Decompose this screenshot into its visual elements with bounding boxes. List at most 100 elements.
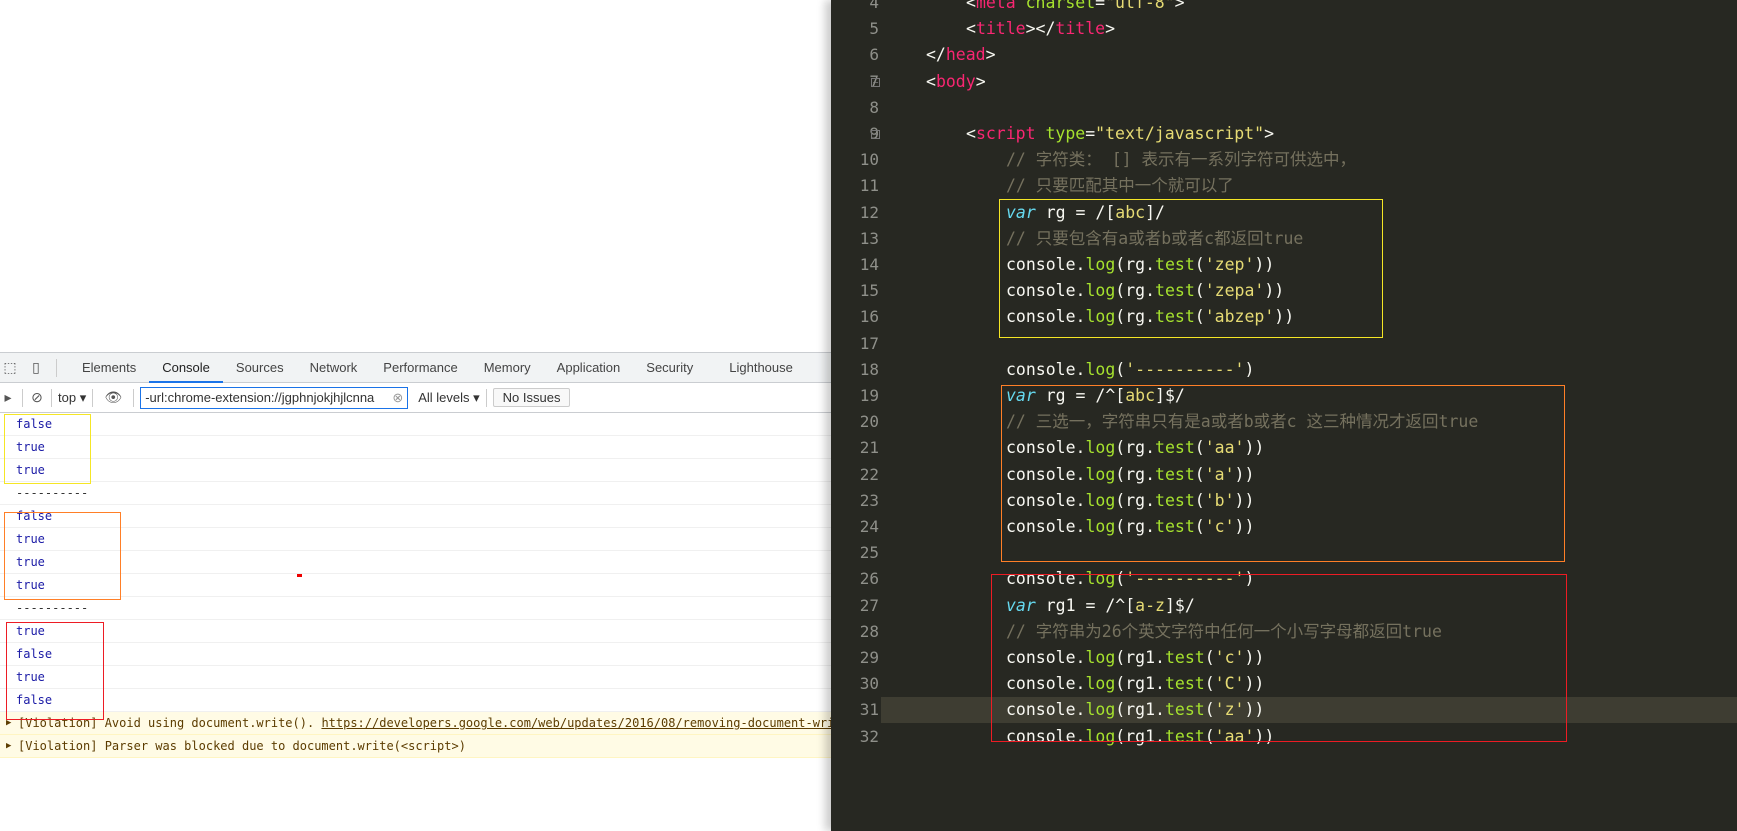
code-token: // 只要匹配其中一个就可以了	[1006, 176, 1234, 196]
clear-console-icon[interactable]: ⊘	[29, 389, 45, 406]
line-number: 14	[859, 255, 879, 274]
code-token: title	[1055, 19, 1106, 39]
line-number: 29	[859, 648, 879, 667]
filter-input[interactable]: -url:chrome-extension://jgphnjokjhjlcnna…	[140, 386, 409, 409]
divider	[485, 388, 487, 407]
browser-page: ⬚ ▯ Elements Console Sources Network Perform…	[0, 0, 831, 831]
code-token: >	[1105, 19, 1116, 39]
line-number: 21	[859, 438, 879, 458]
line-number: 10	[859, 150, 879, 170]
divider	[22, 388, 23, 407]
line-number: 18	[859, 359, 879, 379]
line-number: 8	[869, 97, 879, 117]
divider	[133, 388, 135, 407]
code-line: <body>	[926, 69, 986, 95]
divider	[92, 388, 94, 407]
tab-application[interactable]: Application	[544, 353, 634, 383]
context-selector[interactable]: top ▾	[58, 390, 86, 406]
line-number: 23	[859, 490, 879, 510]
line-number: 31	[859, 700, 879, 720]
highlight-box-yellow	[999, 199, 1383, 338]
highlight-box-orange	[4, 512, 121, 600]
code-line: <meta charset="utf-8">	[966, 0, 1185, 16]
code-token: )	[1244, 359, 1255, 379]
code-token: =	[1095, 0, 1106, 12]
fold-icon[interactable]: −	[871, 130, 880, 139]
device-toolbar-icon[interactable]: ▯	[28, 360, 44, 376]
line-number: 22	[859, 464, 879, 484]
code-token: =	[1085, 124, 1096, 143]
tab-elements[interactable]: Elements	[69, 353, 149, 383]
console-message: true	[0, 551, 831, 574]
violation-link[interactable]: https://developers.google.com/web/update…	[321, 716, 831, 730]
expand-triangle-icon[interactable]: ▶	[6, 735, 11, 757]
code-token: <	[966, 124, 976, 143]
devtools-tabbar: ⬚ ▯ Elements Console Sources Network Perform…	[0, 353, 831, 383]
code-line: // 只要匹配其中一个就可以了	[1006, 173, 1234, 199]
code-token: <	[966, 0, 976, 12]
violation-text: [Violation] Parser was blocked due to do…	[18, 739, 466, 753]
line-number: 24	[859, 517, 879, 536]
code-token: title	[975, 19, 1026, 39]
tab-lighthouse[interactable]: Lighthouse	[716, 353, 806, 383]
code-token: >	[1264, 124, 1274, 143]
code-token: (	[1115, 359, 1126, 379]
code-token: >	[985, 45, 996, 65]
code-line: <title></title>	[966, 16, 1115, 42]
line-number: 30	[859, 674, 879, 694]
levels-label: All levels	[418, 389, 470, 405]
line-number: 6	[869, 45, 879, 65]
code-editor[interactable]: 4 <meta charset="utf-8"> 5 <title></title> 6…	[831, 0, 1737, 831]
line-number: 32	[859, 726, 879, 746]
inspect-element-icon[interactable]: ⬚	[2, 360, 18, 376]
code-token: log	[1085, 359, 1116, 379]
console-message: false	[0, 413, 831, 436]
tab-memory[interactable]: Memory	[471, 353, 544, 383]
code-token: body	[935, 71, 976, 91]
line-number: 19	[859, 386, 879, 405]
code-line: // 字符类： [] 表示有一系列字符可供选中，	[1006, 147, 1356, 173]
line-number: 26	[859, 569, 879, 589]
line-number: 11	[859, 176, 879, 196]
console-message: true	[0, 459, 831, 482]
console-violation[interactable]: ▶ [Violation] Avoid using document.write(…	[0, 712, 831, 735]
line-number: 4	[869, 0, 879, 12]
levels-dropdown[interactable]: All levels ▾	[418, 390, 479, 406]
code-token: head	[945, 45, 986, 65]
console-message: true	[0, 436, 831, 459]
console-output: false true true ---------- false true true true…	[0, 413, 831, 758]
console-message: false	[0, 505, 831, 528]
console-message: true	[0, 666, 831, 689]
clear-filter-icon[interactable]: ⊗	[392, 388, 403, 408]
devtools-panel: ⬚ ▯ Elements Console Sources Network Perform…	[0, 352, 831, 831]
code-token: <	[926, 71, 936, 91]
sidebar-toggle-icon[interactable]: ▸	[0, 389, 16, 406]
line-number: 20	[859, 412, 879, 432]
console-violation[interactable]: ▶ [Violation] Parser was blocked due to d…	[0, 735, 831, 758]
red-mark	[297, 574, 302, 577]
console-message: true	[0, 620, 831, 643]
console-toolbar: ▸ ⊘ top ▾ 👁 -url:chrome-extension://jgph…	[0, 383, 831, 413]
code-line: </head>	[926, 42, 996, 68]
highlight-box-red	[6, 622, 104, 720]
code-line: console.log('----------')	[1006, 357, 1254, 383]
fold-icon[interactable]: −	[871, 77, 880, 87]
line-number: 5	[869, 19, 879, 39]
eye-icon[interactable]: 👁	[104, 389, 122, 406]
code-token: type	[1045, 124, 1086, 143]
console-message: true	[0, 574, 831, 597]
tab-performance[interactable]: Performance	[370, 353, 470, 383]
tab-security[interactable]: Security	[633, 353, 706, 383]
console-message: ----------	[0, 482, 831, 505]
tab-sources[interactable]: Sources	[223, 353, 297, 383]
issues-button[interactable]: No Issues	[492, 388, 571, 407]
tab-console[interactable]: Console	[149, 353, 223, 383]
code-token: charset	[1025, 0, 1096, 12]
code-token: script	[975, 124, 1036, 143]
code-token: // 字符类： [] 表示有一系列字符可供选中，	[1006, 150, 1357, 170]
code-token: >	[1174, 0, 1185, 12]
tab-network[interactable]: Network	[297, 353, 371, 383]
highlight-box-orange	[1001, 385, 1565, 562]
